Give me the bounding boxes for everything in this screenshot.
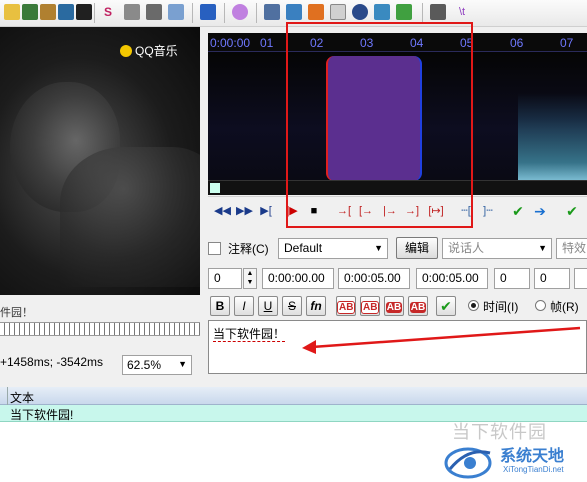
filmstrip-icon[interactable] — [40, 4, 56, 20]
start-time-field[interactable]: 0:00:00.00 — [262, 268, 334, 289]
row-text: 当下软件园! — [10, 408, 74, 422]
shadow-color-button[interactable]: AB — [408, 296, 428, 316]
play-selection-icon[interactable]: ▶[ — [258, 203, 274, 219]
grid-header-text: 文本 — [10, 391, 35, 405]
ruler-label: 01 — [260, 36, 274, 50]
actor-placeholder: 说话人 — [448, 241, 485, 255]
video-seek-bar[interactable] — [0, 322, 200, 336]
fonts-icon[interactable] — [374, 4, 390, 20]
open-icon[interactable] — [4, 4, 20, 20]
auto-commit-icon[interactable]: ✔ — [564, 203, 580, 219]
next-line-icon[interactable]: ▶▶ — [236, 203, 253, 219]
mascot-icon[interactable] — [232, 4, 248, 20]
properties-icon[interactable] — [168, 4, 184, 20]
effect-input[interactable]: 特效 — [556, 238, 587, 259]
effect-placeholder: 特效 — [562, 241, 587, 255]
shift-times-icon[interactable] — [264, 4, 280, 20]
margin-left-field[interactable]: 0 — [494, 268, 530, 289]
ruler-label: 0:00:00 — [210, 36, 251, 50]
time-radio-label: 时间(I) — [483, 300, 519, 314]
audio-scroll-thumb[interactable] — [210, 183, 220, 193]
prev-line-icon[interactable]: ◀◀ — [214, 203, 231, 219]
brand-watermark: 系统天地 — [500, 448, 565, 465]
keyframe-icon[interactable] — [76, 4, 92, 20]
pen-icon[interactable] — [146, 4, 162, 20]
actor-combobox[interactable]: 说话人 ▼ — [442, 238, 552, 259]
margin-vertical-field[interactable] — [574, 268, 587, 289]
tag-icon[interactable]: \t — [454, 4, 470, 20]
end-time-field[interactable]: 0:00:05.00 — [338, 268, 410, 289]
fish-icon[interactable] — [308, 4, 324, 20]
toolbar-separator — [94, 3, 95, 23]
spellcheck-icon[interactable] — [396, 4, 412, 20]
layer-stepper[interactable]: ▲ ▼ — [243, 268, 257, 289]
comment-label: 注释(C) — [228, 242, 269, 256]
annotation-arrow — [302, 326, 581, 354]
ruler-label: 07 — [560, 36, 574, 50]
edit-style-button[interactable]: 编辑 — [396, 237, 438, 259]
layer-spinner[interactable]: 0 — [208, 268, 242, 289]
resample-icon[interactable] — [286, 4, 302, 20]
time-radio[interactable] — [468, 300, 479, 311]
ruler-label: 06 — [510, 36, 524, 50]
go-to-next-icon[interactable]: ➔ — [532, 203, 548, 219]
brand-url-watermark: XiTongTianDi.net — [503, 465, 564, 474]
underline-button[interactable]: U — [258, 296, 278, 316]
toolbar-separator — [224, 3, 225, 23]
toolbar-separator — [256, 3, 257, 23]
time-offset-readout: +1458ms; -3542ms — [0, 355, 104, 369]
chevron-down-icon: ▼ — [178, 359, 187, 369]
video-subtitle-preview: 件园！ — [0, 307, 33, 319]
video-display[interactable] — [0, 27, 200, 295]
lead-out-icon[interactable]: ]┄ — [480, 203, 496, 219]
style-value: Default — [284, 241, 323, 255]
chevron-down-icon: ▼ — [538, 243, 547, 253]
automation-icon[interactable] — [200, 4, 216, 20]
site-watermark: 当下软件园 — [452, 422, 547, 442]
spectrum-trace — [518, 93, 587, 180]
comment-checkbox[interactable] — [208, 242, 221, 255]
qq-music-logo-icon — [120, 45, 132, 57]
globe-logo-icon — [444, 447, 492, 479]
outline-color-button[interactable]: AB — [384, 296, 404, 316]
duration-field[interactable]: 0:00:05.00 — [416, 268, 488, 289]
frame-radio-label: 帧(R) — [550, 300, 579, 314]
annotation-highlight-box — [286, 22, 473, 228]
qq-music-label: QQ音乐 — [135, 44, 178, 58]
timing-icon[interactable] — [352, 4, 368, 20]
chevron-down-icon: ▼ — [374, 243, 383, 253]
hammer-icon[interactable] — [430, 4, 446, 20]
secondary-color-swatch: AB — [361, 301, 380, 314]
margin-right-field[interactable]: 0 — [534, 268, 570, 289]
commit-check-icon[interactable]: ✔ — [510, 203, 526, 219]
attachments-icon[interactable] — [124, 4, 140, 20]
toolbar-separator — [422, 3, 423, 23]
strikeout-button[interactable]: S — [282, 296, 302, 316]
film-icon[interactable] — [22, 4, 38, 20]
outline-color-swatch: AB — [385, 302, 403, 313]
shadow-color-swatch: AB — [409, 302, 427, 313]
style-dropdown[interactable]: Default ▼ — [278, 238, 388, 259]
qq-music-watermark: QQ音乐 — [120, 42, 178, 59]
editor-text: 当下软件园！ — [213, 327, 286, 342]
frame-radio[interactable] — [535, 300, 546, 311]
grid-header: 文本 — [0, 387, 587, 405]
font-button[interactable]: fn — [306, 296, 326, 316]
italic-button[interactable]: I — [234, 296, 254, 316]
video-frame-shadow — [60, 147, 200, 287]
bold-button[interactable]: B — [210, 296, 230, 316]
styles-icon[interactable]: S — [100, 4, 116, 20]
commit-check-icon[interactable]: ✔ — [436, 296, 456, 316]
video-icon[interactable] — [58, 4, 74, 20]
secondary-color-button[interactable]: AB — [360, 296, 380, 316]
zoom-value: 62.5% — [127, 358, 162, 372]
primary-color-button[interactable]: AB — [336, 296, 356, 316]
zoom-dropdown[interactable]: 62.5% ▼ — [122, 355, 192, 375]
primary-color-swatch: AB — [337, 301, 356, 314]
toolbar-separator — [192, 3, 193, 23]
square-icon[interactable] — [330, 4, 346, 20]
